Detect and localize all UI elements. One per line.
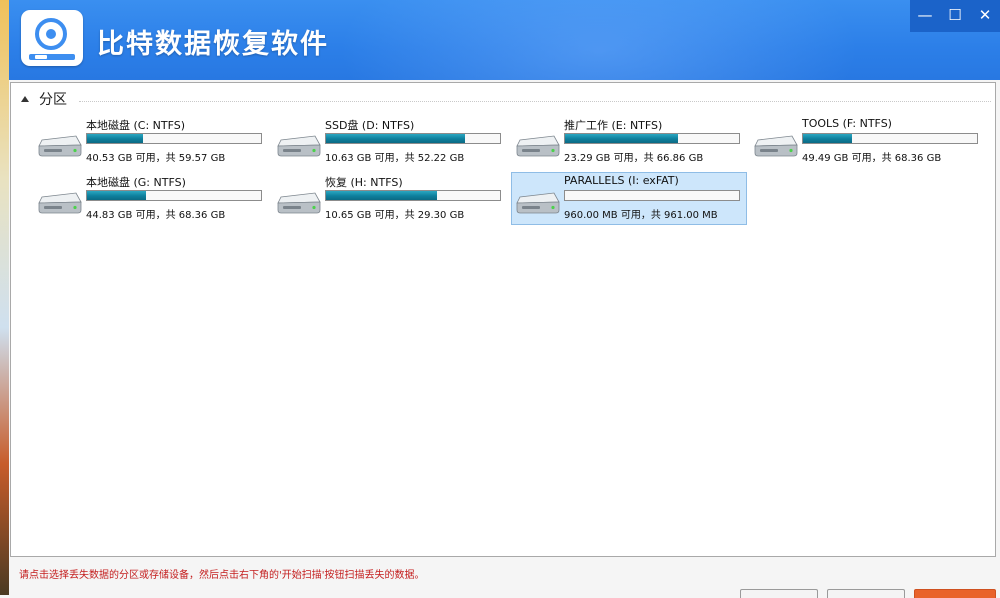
window-controls: — ☐ ✕ [910, 0, 1000, 32]
hard-drive-icon [516, 132, 560, 158]
drive-capacity-info: 960.00 MB 可用，共 961.00 MB [564, 210, 718, 221]
back-button[interactable] [740, 589, 818, 598]
drive-usage-fill [87, 191, 147, 200]
minimize-icon[interactable]: — [910, 0, 940, 32]
drive-name: SSD盘 (D: NTFS) [325, 119, 415, 132]
hard-drive-icon [754, 132, 798, 158]
drive-name: TOOLS (F: NTFS) [802, 117, 892, 130]
drive-usage-bar [325, 133, 501, 144]
drive-usage-fill [326, 191, 438, 200]
desktop-background-strip [0, 0, 9, 595]
drive-name: 推广工作 (E: NTFS) [564, 119, 663, 132]
group-divider [79, 101, 991, 102]
hard-drive-icon [277, 132, 321, 158]
drive-usage-bar [325, 190, 501, 201]
drive-name: 本地磁盘 (C: NTFS) [86, 119, 186, 132]
partition-panel: 分区 本地磁盘 (C: NTFS) 40.53 GB 可用，共 59.57 GB S… [10, 82, 996, 557]
status-message: 请点击选择丢失数据的分区或存储设备，然后点击右下角的'开始扫描'按钮扫描丢失的数… [19, 570, 425, 581]
start-scan-button[interactable] [914, 589, 996, 598]
drive-capacity-info: 49.49 GB 可用，共 68.36 GB [802, 153, 942, 164]
drive-capacity-info: 40.53 GB 可用，共 59.57 GB [86, 153, 226, 164]
drive-name: PARALLELS (I: exFAT) [564, 174, 679, 187]
title-bar-highlight [339, 0, 859, 80]
drive-usage-bar [86, 190, 262, 201]
drive-item[interactable]: SSD盘 (D: NTFS) 10.63 GB 可用，共 52.22 GB [272, 115, 508, 168]
drive-capacity-info: 10.63 GB 可用，共 52.22 GB [325, 153, 465, 164]
drive-item[interactable]: 恢复 (H: NTFS) 10.65 GB 可用，共 29.30 GB [272, 172, 508, 225]
drive-capacity-info: 44.83 GB 可用，共 68.36 GB [86, 210, 226, 221]
cancel-button[interactable] [827, 589, 905, 598]
app-logo-icon [21, 10, 83, 66]
drive-name: 恢复 (H: NTFS) [325, 176, 403, 189]
drive-usage-bar [564, 190, 740, 201]
app-title: 比特数据恢复软件 [97, 29, 329, 60]
title-bar[interactable]: 比特数据恢复软件 — ☐ ✕ [9, 0, 1000, 80]
drive-name: 本地磁盘 (G: NTFS) [86, 176, 186, 189]
drive-item[interactable]: 推广工作 (E: NTFS) 23.29 GB 可用，共 66.86 GB [511, 115, 747, 168]
collapse-arrow-icon[interactable] [21, 96, 29, 102]
close-icon[interactable]: ✕ [970, 0, 1000, 32]
hard-drive-icon [38, 132, 82, 158]
partition-group-header[interactable]: 分区 [21, 89, 67, 109]
drive-item[interactable]: 本地磁盘 (C: NTFS) 40.53 GB 可用，共 59.57 GB [33, 115, 269, 168]
drive-usage-bar [802, 133, 978, 144]
hard-drive-icon [38, 189, 82, 215]
maximize-icon[interactable]: ☐ [940, 0, 970, 32]
drive-item[interactable]: PARALLELS (I: exFAT) 960.00 MB 可用，共 961.0… [511, 172, 747, 225]
drive-usage-fill [87, 134, 143, 143]
hard-drive-icon [277, 189, 321, 215]
drive-usage-fill [326, 134, 466, 143]
drive-usage-fill [803, 134, 852, 143]
drive-item[interactable]: 本地磁盘 (G: NTFS) 44.83 GB 可用，共 68.36 GB [33, 172, 269, 225]
drive-usage-bar [86, 133, 262, 144]
partition-group-title: 分区 [39, 92, 67, 108]
drive-capacity-info: 10.65 GB 可用，共 29.30 GB [325, 210, 465, 221]
hard-drive-icon [516, 189, 560, 215]
drive-usage-fill [565, 134, 679, 143]
drive-usage-bar [564, 133, 740, 144]
drive-capacity-info: 23.29 GB 可用，共 66.86 GB [564, 153, 704, 164]
drive-item[interactable]: TOOLS (F: NTFS) 49.49 GB 可用，共 68.36 GB [749, 115, 985, 168]
